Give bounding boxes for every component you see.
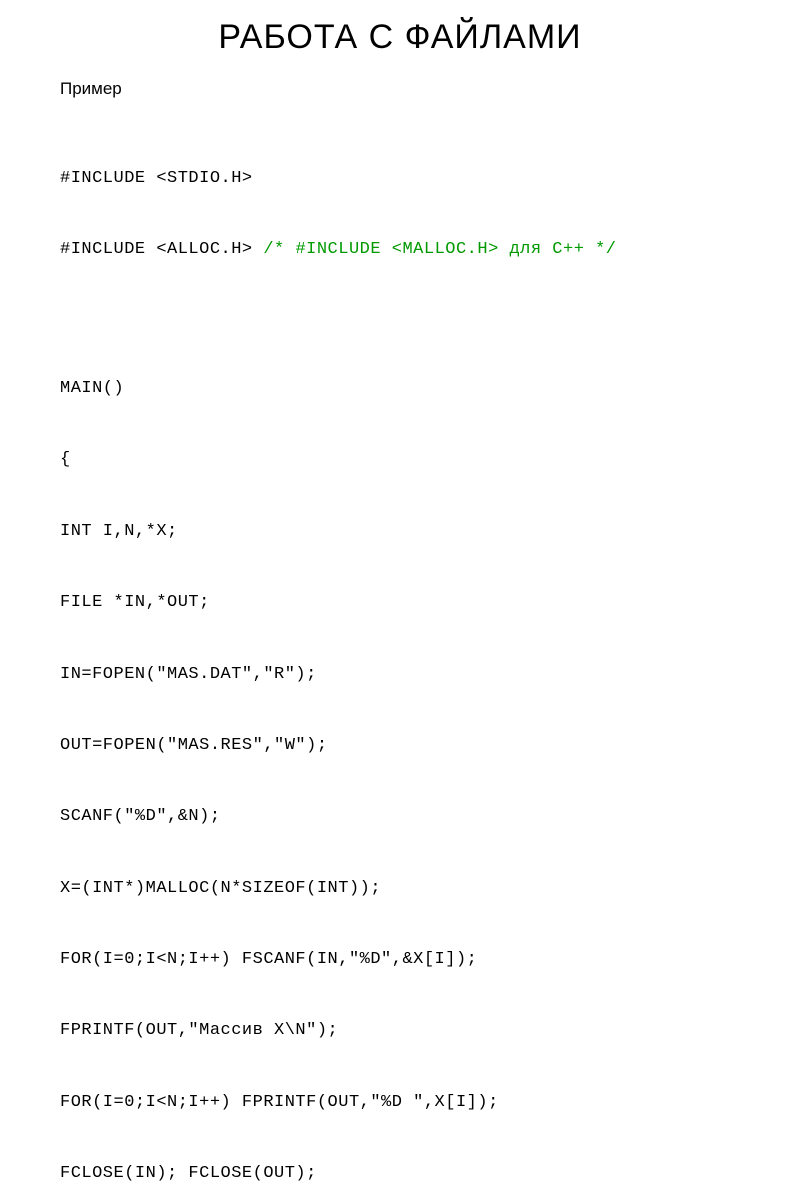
code-line-fclose: FCLOSE(IN); FCLOSE(OUT); [60, 1162, 740, 1186]
code-line-include2: #INCLUDE <ALLOC.H> /* #INCLUDE <MALLOC.H… [60, 238, 740, 262]
code-line-decl-int: INT I,N,*X; [60, 520, 740, 544]
code-line-for-fprintf: FOR(I=0;I<N;I++) FPRINTF(OUT,"%D ",X[I])… [60, 1091, 740, 1115]
example-label: Пример [60, 79, 740, 99]
code-include2-comment: /* #INCLUDE <MALLOC.H> для С++ */ [253, 240, 617, 259]
code-block: #INCLUDE <STDIO.H> #INCLUDE <ALLOC.H> /*… [60, 119, 740, 1200]
code-line-fprintf-header: FPRINTF(OUT,"Массив X\N"); [60, 1019, 740, 1043]
code-line-fopen-in: IN=FOPEN("MAS.DAT","R"); [60, 663, 740, 687]
code-line-include1: #INCLUDE <STDIO.H> [60, 167, 740, 191]
code-line-open-brace: { [60, 448, 740, 472]
code-blank-line [60, 309, 740, 329]
code-include2-code: #INCLUDE <ALLOC.H> [60, 240, 253, 259]
code-line-decl-file: FILE *IN,*OUT; [60, 591, 740, 615]
code-line-scanf: SCANF("%D",&N); [60, 805, 740, 829]
slide-title: РАБОТА С ФАЙЛАМИ [60, 18, 740, 57]
code-line-fopen-out: OUT=FOPEN("MAS.RES","W"); [60, 734, 740, 758]
slide-container: РАБОТА С ФАЙЛАМИ Пример #INCLUDE <STDIO.… [0, 0, 800, 600]
code-line-main: MAIN() [60, 377, 740, 401]
code-line-malloc: X=(INT*)MALLOC(N*SIZEOF(INT)); [60, 877, 740, 901]
code-line-for-fscanf: FOR(I=0;I<N;I++) FSCANF(IN,"%D",&X[I]); [60, 948, 740, 972]
